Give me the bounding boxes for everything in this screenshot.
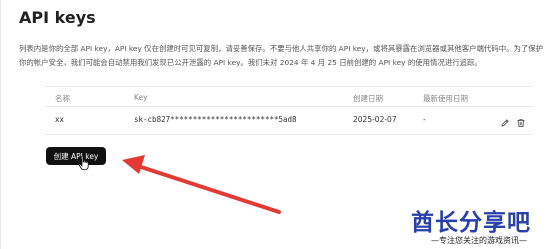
watermark-tagline: —专注您关注的游戏资讯— [431, 236, 527, 245]
watermark-logo: 酋长分享吧 [411, 210, 531, 236]
